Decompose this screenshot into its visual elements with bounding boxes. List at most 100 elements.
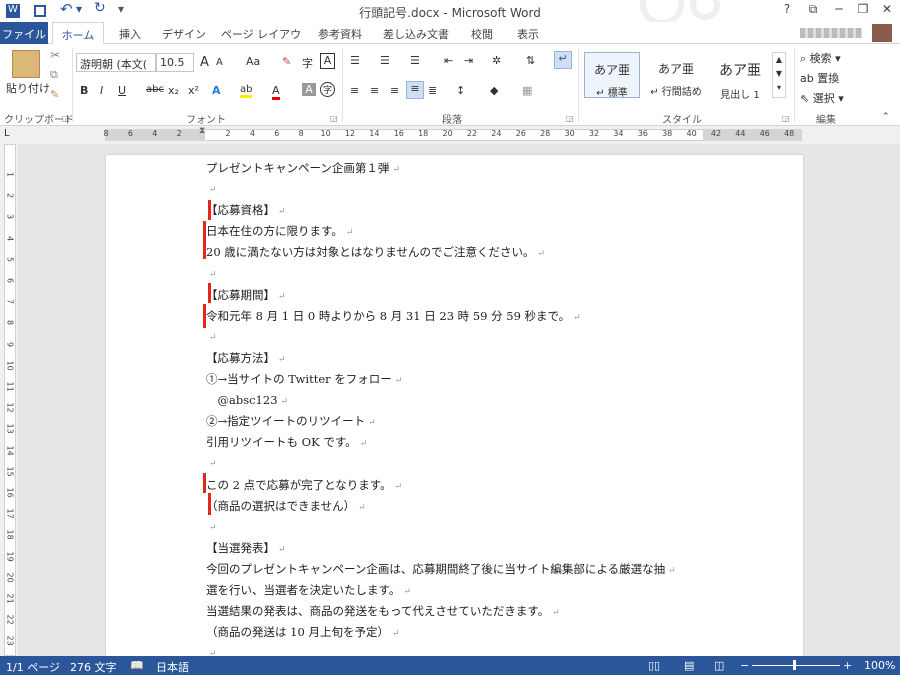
page-count[interactable]: 1/1 ページ <box>6 659 60 675</box>
zoom-out-button[interactable]: − <box>740 659 749 672</box>
phonetic-guide-icon[interactable]: 字 <box>302 55 313 71</box>
tab-view[interactable]: 表示 <box>508 22 548 44</box>
tab-selector-icon[interactable]: L <box>4 128 10 139</box>
tab-insert[interactable]: 挿入 <box>110 22 150 44</box>
show-paragraph-marks-button[interactable]: ↵ <box>554 51 572 69</box>
tab-file[interactable]: ファイル <box>0 22 48 44</box>
shrink-font-icon[interactable]: A <box>216 57 223 68</box>
grow-font-icon[interactable]: A <box>200 55 209 70</box>
decrease-indent-icon[interactable]: ⇤ <box>444 54 453 67</box>
word-count[interactable]: 276 文字 <box>70 659 117 675</box>
document-line[interactable]: @absc123 ↵ <box>206 392 288 408</box>
document-line[interactable]: プレゼントキャンペーン企画第１弾 ↵ <box>206 160 400 176</box>
user-name[interactable] <box>800 28 862 38</box>
sort-icon[interactable]: ⇅ <box>526 54 535 67</box>
align-center-icon[interactable]: ≡ <box>370 84 379 97</box>
document-line[interactable]: ①→当サイトの Twitter をフォロー ↵ <box>206 371 402 387</box>
tab-references[interactable]: 参考資料 <box>312 22 368 44</box>
close-button[interactable]: ✕ <box>876 2 898 20</box>
document-line[interactable]: ↵ <box>206 455 217 469</box>
highlight-color-button[interactable]: ab <box>240 84 253 98</box>
document-line[interactable]: この 2 点で応募が完了となります。 ↵ <box>206 477 402 493</box>
distributed-icon[interactable]: ≣ <box>428 84 437 97</box>
zoom-in-button[interactable]: + <box>843 659 852 672</box>
avatar[interactable] <box>872 24 892 42</box>
horizontal-ruler[interactable]: L 8 6 4 2 2 4 6 8 10 12 14 16 18 20 22 24 26 28 30 32 34 36 38… <box>0 126 900 144</box>
character-shading-button[interactable]: A <box>302 83 316 96</box>
ribbon-display-options-icon[interactable]: ⧉ <box>802 2 824 20</box>
document-line[interactable]: 【当選発表】 ↵ <box>206 540 286 556</box>
tab-page-layout[interactable]: ページ レイアウト <box>218 22 304 57</box>
document-line[interactable]: ↵ <box>206 181 217 195</box>
bold-button[interactable]: B <box>80 84 88 97</box>
document-line[interactable]: （商品の発送は 10 月上旬を予定） ↵ <box>206 624 400 640</box>
justify-button[interactable]: ≡ <box>406 81 424 99</box>
document-line[interactable]: 【応募資格】 ↵ <box>206 202 286 218</box>
font-color-button[interactable]: A <box>272 84 280 100</box>
cut-icon[interactable]: ✂ <box>50 48 60 62</box>
style-no-spacing[interactable]: あア亜 ↵ 行間詰め <box>648 52 704 98</box>
document-line[interactable]: 当選結果の発表は、商品の発送をもって代えさせていただきます。 ↵ <box>206 603 560 619</box>
copy-icon[interactable]: ⧉ <box>50 68 58 82</box>
read-mode-icon[interactable]: ▯▯ <box>648 659 660 672</box>
format-painter-icon[interactable]: ✎ <box>50 88 59 101</box>
multilevel-list-icon[interactable]: ☰ <box>410 54 420 67</box>
vertical-ruler[interactable]: 1 2 3 4 5 6 7 8 9 10 11 12 13 14 15 16 17 18 19 20 21 22 23 <box>0 144 18 656</box>
change-case-icon[interactable]: Aa <box>246 55 260 68</box>
clipboard-launcher-icon[interactable]: ◲ <box>62 114 70 123</box>
line-spacing-icon[interactable]: ↕ <box>456 84 465 97</box>
document-line[interactable]: 日本在住の方に限ります。 ↵ <box>206 223 353 239</box>
document-line[interactable]: ↵ <box>206 645 217 656</box>
collapse-ribbon-icon[interactable]: ⌃ <box>882 112 890 122</box>
strikethrough-button[interactable]: abc <box>146 84 164 95</box>
subscript-button[interactable]: x₂ <box>168 84 179 97</box>
zoom-slider[interactable] <box>752 665 840 666</box>
paste-icon[interactable] <box>12 50 40 78</box>
font-name-select[interactable]: 游明朝 (本文( <box>76 53 156 72</box>
borders-icon[interactable]: ▦ <box>522 84 532 97</box>
document-line[interactable]: ↵ <box>206 519 217 533</box>
document-line[interactable]: 選を行い、当選者を決定いたします。 ↵ <box>206 582 411 598</box>
font-launcher-icon[interactable]: ◲ <box>330 114 338 123</box>
document-line[interactable]: 令和元年 8 月 1 日 0 時よりから 8 月 31 日 23 時 59 分 … <box>206 308 581 324</box>
enclose-characters-icon[interactable]: A <box>320 53 335 69</box>
tab-design[interactable]: デザイン <box>158 22 210 44</box>
tab-review[interactable]: 校閲 <box>462 22 502 44</box>
font-size-select[interactable]: 10.5 <box>156 53 194 72</box>
shading-icon[interactable]: ◆ <box>490 84 498 97</box>
print-layout-icon[interactable]: ▤ <box>684 659 694 672</box>
document-line[interactable]: ↵ <box>206 329 217 343</box>
tab-home[interactable]: ホーム <box>52 22 104 45</box>
help-icon[interactable]: ? <box>776 2 798 20</box>
document-line[interactable]: （商品の選択はできません） ↵ <box>206 498 366 514</box>
restore-button[interactable]: ❐ <box>852 2 874 20</box>
tab-mailings[interactable]: 差し込み文書 <box>378 22 454 44</box>
styles-scroll[interactable]: ▲ ▼ ▾ <box>772 52 786 98</box>
numbering-icon[interactable]: ☰ <box>380 54 390 67</box>
bullets-icon[interactable]: ☰ <box>350 54 360 67</box>
language-indicator[interactable]: 日本語 <box>156 659 189 675</box>
text-effects-icon[interactable]: A <box>212 84 221 97</box>
asian-layout-icon[interactable]: ✲ <box>492 54 501 67</box>
document-line[interactable]: 【応募方法】 ↵ <box>206 350 286 366</box>
indent-marker-icon[interactable]: ⧗ <box>199 126 205 136</box>
superscript-button[interactable]: x² <box>188 84 199 97</box>
document-line[interactable]: ↵ <box>206 266 217 280</box>
document-page[interactable]: プレゼントキャンペーン企画第１弾 ↵ ↵ 【応募資格】 ↵ 日本在住の方に限ります。 ↵ 20… <box>106 155 803 656</box>
proofing-icon[interactable]: 📖 <box>130 659 144 672</box>
zoom-slider-thumb[interactable] <box>793 660 796 670</box>
select-button[interactable]: ⇖ 選択 ▾ <box>800 90 844 106</box>
minimize-button[interactable]: ─ <box>828 2 850 20</box>
document-line[interactable]: 今回のプレゼントキャンペーン企画は、応募期間終了後に当サイト編集部による厳選な抽… <box>206 561 676 577</box>
zoom-level[interactable]: 100% <box>864 659 895 672</box>
style-heading-1[interactable]: あア亜 見出し 1 <box>712 52 768 101</box>
align-right-icon[interactable]: ≡ <box>390 84 399 97</box>
paragraph-launcher-icon[interactable]: ◲ <box>566 114 574 123</box>
paste-button[interactable]: 貼り付け <box>6 80 50 96</box>
document-line[interactable]: 【応募期間】 ↵ <box>206 287 286 303</box>
style-normal[interactable]: あア亜 ↵ 標準 <box>584 52 640 99</box>
italic-button[interactable]: I <box>100 84 103 97</box>
underline-button[interactable]: U <box>118 84 126 97</box>
web-layout-icon[interactable]: ◫ <box>714 659 724 672</box>
document-line[interactable]: ②→指定ツイートのリツイート ↵ <box>206 413 376 429</box>
